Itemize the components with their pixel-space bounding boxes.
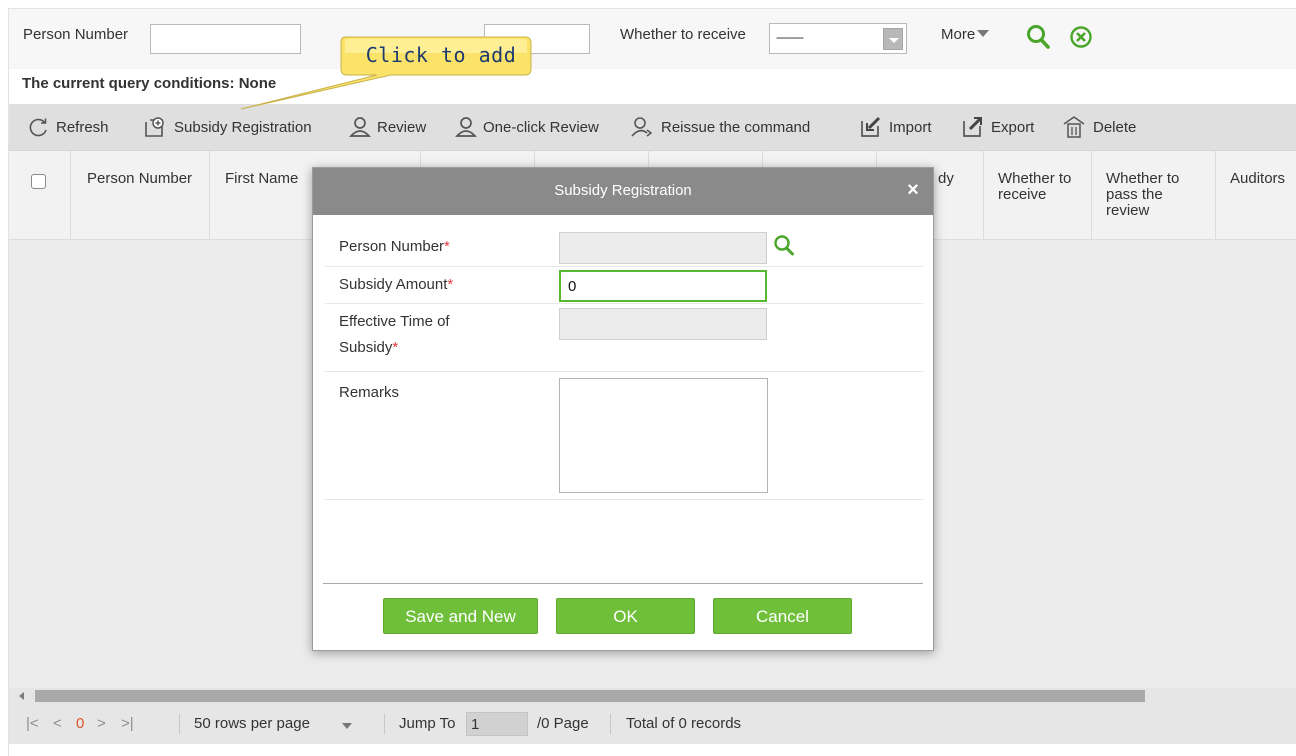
form-row-effective-time: Effective Time of Subsidy* — [325, 304, 923, 372]
column-person-number[interactable]: Person Number — [87, 171, 192, 187]
close-icon[interactable]: × — [903, 180, 923, 200]
column-divider — [1091, 151, 1092, 240]
cancel-button[interactable]: Cancel — [713, 598, 852, 634]
remarks-textarea[interactable] — [559, 378, 768, 493]
search-bar: Person Number Whether to receive -------… — [9, 9, 1296, 69]
effective-time-field-label: Subsidy* — [339, 335, 398, 361]
more-filters-toggle[interactable]: More — [941, 26, 990, 43]
receive-filter-value: --------- — [776, 30, 804, 44]
one-click-review-label: One-click Review — [483, 118, 599, 136]
user-sync-icon — [631, 117, 653, 137]
previous-page-icon[interactable]: < — [53, 715, 62, 732]
form-row-remarks: Remarks — [325, 372, 923, 500]
delete-label: Delete — [1093, 118, 1137, 136]
refresh-icon — [29, 118, 47, 137]
clear-filter-icon[interactable] — [1069, 25, 1093, 53]
caret-down-icon — [977, 30, 990, 37]
user-icon — [349, 117, 371, 137]
person-number-filter-input[interactable] — [150, 24, 301, 54]
import-button[interactable]: Import — [859, 104, 932, 150]
click-to-add-callout: Click to add — [240, 31, 549, 110]
total-records: Total of 0 records — [626, 715, 742, 732]
export-icon — [963, 117, 982, 137]
person-number-field-label: Person Number* — [339, 234, 450, 260]
person-number-filter-label: Person Number — [23, 26, 129, 43]
search-icon[interactable] — [773, 234, 795, 262]
column-divider — [983, 151, 984, 240]
export-label: Export — [991, 118, 1035, 136]
column-first-name[interactable]: First Name — [225, 171, 298, 187]
form-row-person-number: Person Number* — [325, 230, 923, 267]
person-number-field[interactable] — [559, 232, 767, 264]
remarks-field-label: Remarks — [339, 384, 400, 401]
required-mark: * — [444, 238, 450, 255]
dialog-footer-divider — [323, 583, 923, 584]
required-mark: * — [392, 339, 399, 356]
pager-divider — [179, 714, 180, 734]
column-divider — [209, 151, 210, 240]
subsidy-registration-button[interactable]: Subsidy Registration — [142, 104, 312, 150]
user-icon — [455, 117, 477, 137]
jump-to-page-input[interactable] — [466, 712, 528, 736]
effective-time-field[interactable] — [559, 308, 767, 340]
more-label: More — [941, 26, 976, 43]
subsidy-amount-field-label: Subsidy Amount* — [339, 272, 453, 298]
column-divider — [70, 151, 71, 240]
current-page-number: 0 — [76, 715, 85, 732]
refresh-label: Refresh — [56, 118, 109, 136]
receive-filter-select[interactable]: --------- — [769, 23, 907, 54]
subsidy-registration-label: Subsidy Registration — [174, 118, 312, 136]
effective-time-label-line1: Effective Time of — [339, 313, 450, 330]
form-row-subsidy-amount: Subsidy Amount* — [325, 267, 923, 304]
horizontal-scrollbar[interactable] — [9, 688, 1296, 704]
query-conditions: The current query conditions: None — [22, 75, 276, 92]
scroll-left-icon[interactable] — [19, 692, 24, 700]
last-page-icon[interactable]: >| — [121, 715, 134, 732]
chevron-down-icon[interactable] — [342, 723, 352, 729]
search-icon[interactable] — [1025, 23, 1051, 55]
jump-to-label: Jump To — [399, 715, 456, 732]
pager-divider — [610, 714, 611, 734]
delete-button[interactable]: Delete — [1061, 104, 1136, 150]
pagination-bar: |< < 0 > >| 50 rows per page Jump To /0 … — [9, 704, 1296, 744]
column-whether-to-pass-review[interactable]: Whether to pass the review — [1106, 171, 1202, 219]
subsidy-amount-label-text: Subsidy Amount — [339, 276, 448, 293]
column-divider — [1215, 151, 1216, 240]
import-icon — [861, 116, 881, 137]
ok-button[interactable]: OK — [556, 598, 695, 634]
rows-per-page-select[interactable]: 50 rows per page — [194, 715, 310, 732]
scrollbar-thumb[interactable] — [35, 690, 1145, 702]
column-auditors[interactable]: Auditors — [1230, 171, 1285, 187]
review-label: Review — [377, 118, 427, 136]
column-whether-to-receive[interactable]: Whether to receive — [998, 171, 1088, 203]
trash-icon — [1063, 116, 1085, 138]
first-page-icon[interactable]: |< — [26, 715, 39, 732]
page-count: /0 Page — [537, 715, 589, 732]
save-and-new-button[interactable]: Save and New — [383, 598, 538, 634]
person-number-label-text: Person Number — [339, 238, 445, 255]
reissue-command-button[interactable]: Reissue the command — [631, 104, 810, 150]
next-page-icon[interactable]: > — [97, 715, 106, 732]
refresh-button[interactable]: Refresh — [28, 104, 109, 150]
add-document-icon — [145, 117, 164, 137]
export-button[interactable]: Export — [961, 104, 1034, 150]
required-mark: * — [447, 276, 454, 293]
chevron-down-icon[interactable] — [883, 28, 903, 50]
callout-text: Click to add — [365, 43, 517, 67]
receive-filter-label: Whether to receive — [620, 26, 746, 43]
app-window: Person Number Whether to receive -------… — [8, 8, 1296, 756]
import-label: Import — [889, 118, 932, 136]
subsidy-amount-field[interactable] — [559, 270, 767, 302]
column-subsidy-partial[interactable]: dy — [938, 171, 954, 187]
reissue-command-label: Reissue the command — [661, 118, 811, 136]
effective-time-label-line2: Subsidy — [339, 339, 393, 356]
subsidy-registration-dialog: Subsidy Registration × Person Number* Su… — [312, 167, 934, 651]
toolbar: Refresh Subsidy Registration Review One-… — [9, 104, 1296, 150]
dialog-title: Subsidy Registration — [313, 168, 933, 215]
query-conditions-value: None — [238, 75, 277, 92]
pager-divider — [384, 714, 385, 734]
select-all-checkbox[interactable] — [31, 174, 46, 189]
query-conditions-label: The current query conditions: — [22, 75, 235, 92]
